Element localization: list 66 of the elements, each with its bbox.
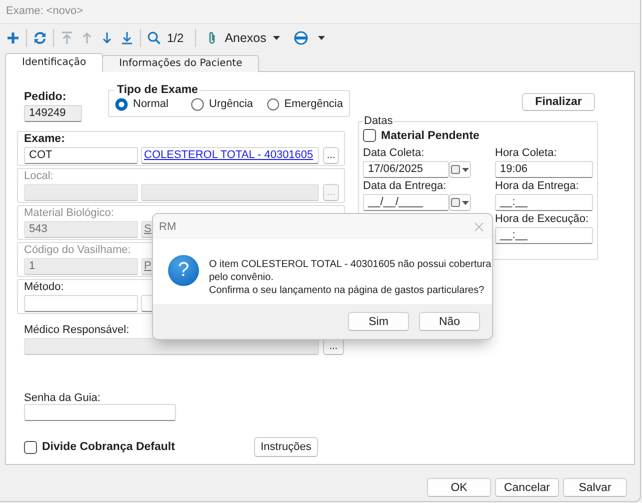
text-field[interactable] [24, 295, 138, 312]
field-label: Hora de Execução: [495, 212, 590, 227]
tab[interactable]: Informações do Paciente [102, 55, 260, 72]
calendar-dropdown-button[interactable] [449, 161, 471, 178]
date-field[interactable]: 17/06/2025 [363, 161, 449, 178]
radio-button[interactable] [191, 98, 204, 110]
field-label: Hora Coleta: [495, 146, 558, 161]
text-field[interactable] [24, 404, 176, 421]
field-label: Exame: [24, 133, 65, 147]
group-title: Tipo de Exame [116, 84, 199, 96]
field-label: Data Coleta: [363, 146, 426, 161]
caret-icon [318, 36, 326, 40]
search-icon[interactable] [147, 31, 161, 45]
date-field[interactable]: __/__/____ [363, 194, 449, 211]
option-label: Urgência [209, 98, 254, 110]
caret-icon [273, 36, 280, 40]
caret-icon [462, 200, 469, 204]
radio-button[interactable] [267, 98, 280, 110]
dialog-button[interactable]: Salvar [563, 478, 627, 497]
text-field[interactable]: 149249 [24, 105, 82, 122]
time-field[interactable]: __:__ [495, 194, 593, 211]
text-field[interactable]: COT [24, 147, 138, 164]
calendar-icon [451, 198, 460, 207]
plus-icon[interactable] [6, 31, 20, 45]
radio-button[interactable] [115, 98, 128, 110]
refresh-icon[interactable] [33, 31, 47, 45]
dialog-message: O item COLESTEROL TOTAL - 40301605 não possui cobertura pelo convênio. Confirma o seu lançamento na página de gastos particulares? [209, 258, 492, 298]
instructions-button[interactable]: Instruções [254, 437, 318, 457]
question-icon: ? [168, 255, 199, 286]
link-field[interactable]: COLESTEROL TOTAL - 40301605 [141, 147, 319, 164]
caret-icon [462, 168, 469, 172]
page-counter: 1/2 [167, 31, 184, 45]
tab[interactable]: Identificação [5, 53, 104, 72]
option-label: Emergência [284, 98, 343, 110]
field-label: Código do Vasilhame: [24, 244, 131, 258]
time-field[interactable]: 19:06 [495, 161, 593, 178]
dialog-title: RM [159, 220, 176, 232]
group-title: Datas [363, 115, 394, 127]
finalize-button[interactable]: Finalizar [522, 93, 595, 111]
text-field[interactable] [141, 184, 319, 201]
field-label: Senha da Guia: [24, 392, 102, 404]
dialog-button[interactable]: Não [419, 312, 480, 331]
calendar-icon [451, 165, 460, 174]
down-arrow-icon[interactable] [100, 31, 114, 45]
time-field[interactable]: __:__ [495, 227, 593, 244]
text-field[interactable] [24, 184, 138, 201]
field-label: Local: [24, 170, 54, 184]
attachments-button[interactable]: Anexos [198, 31, 288, 45]
field-label: Data da Entrega: [363, 179, 448, 194]
field-label: Pedido: [24, 91, 68, 105]
option-label: Normal [133, 98, 168, 110]
calendar-dropdown-button[interactable] [449, 194, 471, 211]
dialog-button[interactable]: OK [427, 478, 491, 497]
dialog-button[interactable]: Sim [348, 312, 409, 331]
dialog-button[interactable]: Cancelar [495, 478, 559, 497]
checkbox[interactable] [24, 440, 37, 454]
field-label: Material Biológico: [24, 207, 114, 221]
window-title: Exame: <novo> [6, 5, 84, 17]
field-label: Médico Responsável: [24, 324, 130, 338]
checkbox[interactable] [363, 129, 376, 142]
field-label: Método: [24, 281, 64, 295]
field-label: Hora da Entrega: [495, 179, 580, 194]
arrow-to-bottom-icon[interactable] [120, 31, 134, 45]
checkbox-label: Material Pendente [381, 130, 480, 142]
checkbox-label: Divide Cobrança Default [42, 441, 175, 453]
browse-button[interactable]: ... [323, 147, 339, 164]
